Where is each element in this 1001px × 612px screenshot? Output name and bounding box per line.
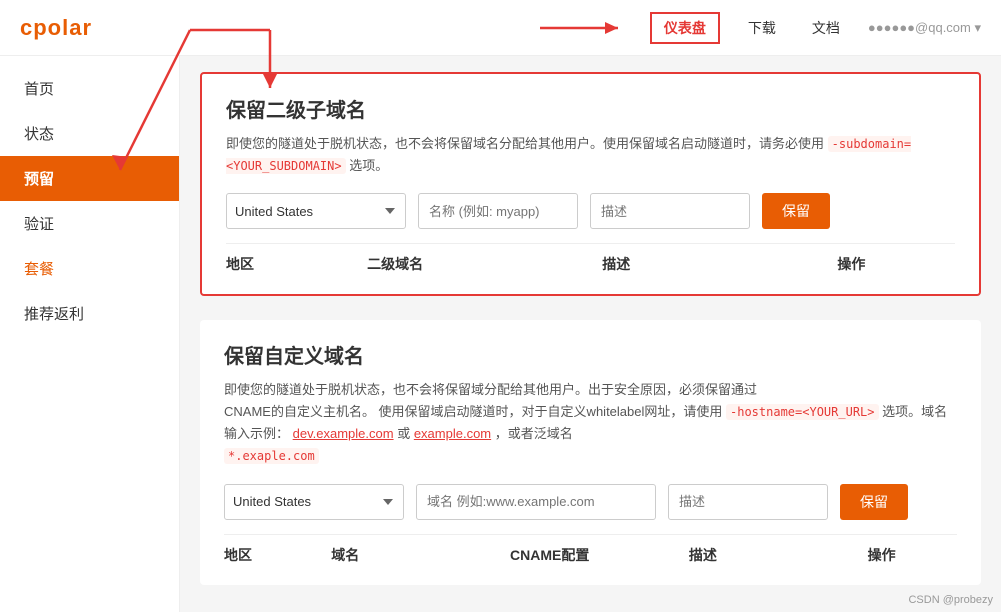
col-desc: 描述: [602, 254, 837, 274]
customdomain-desc1: 即使您的隧道处于脱机状态，也不会将保留域分配给其他用户。出于安全原因，必须保留通…: [224, 382, 757, 397]
subdomain-table-header: 地区 二级域名 描述 操作: [226, 243, 955, 274]
subdomain-title: 保留二级子域名: [226, 94, 955, 123]
sidebar-item-plan[interactable]: 套餐: [0, 246, 179, 291]
main-content: 保留二级子域名 即使您的隧道处于脱机状态，也不会将保留域名分配给其他用户。使用保…: [180, 56, 1001, 612]
layout: 首页 状态 预留 验证 套餐 推荐返利 保留二级子域名 即使您的隧道处于脱机状态…: [0, 56, 1001, 612]
col-action: 操作: [837, 254, 955, 274]
col-subdomain: 二级域名: [367, 254, 602, 274]
customdomain-desc: 即使您的隧道处于脱机状态，也不会将保留域分配给其他用户。出于安全原因，必须保留通…: [224, 379, 957, 467]
sidebar-item-status[interactable]: 状态: [0, 111, 179, 156]
customdomain-desc4: 或: [397, 426, 410, 441]
col-action-2: 操作: [868, 545, 957, 565]
subdomain-section: 保留二级子域名 即使您的隧道处于脱机状态，也不会将保留域名分配给其他用户。使用保…: [200, 72, 981, 296]
docs-button[interactable]: 文档: [804, 14, 848, 42]
subdomain-name-input[interactable]: [418, 193, 578, 229]
subdomain-desc-input[interactable]: [590, 193, 750, 229]
sidebar-item-home[interactable]: 首页: [0, 66, 179, 111]
customdomain-form-row: United States 保留: [224, 484, 957, 520]
customdomain-desc2: CNAME的自定义主机名。 使用保留域启动隧道时，对于自定义whitelabel…: [224, 404, 722, 419]
download-button[interactable]: 下载: [740, 14, 784, 42]
customdomain-region-select[interactable]: United States: [224, 484, 404, 520]
col-domain: 域名: [331, 545, 510, 565]
customdomain-table-header: 地区 域名 CNAME配置 描述 操作: [224, 534, 957, 565]
sidebar-item-verify[interactable]: 验证: [0, 201, 179, 246]
customdomain-code1: -hostname=<YOUR_URL>: [726, 404, 879, 420]
subdomain-form-row: United States 保留: [226, 193, 955, 229]
header: cpolar 仪表盘 下载 文档 ●●●●●●@qq.com ▾: [0, 0, 1001, 56]
col-desc-2: 描述: [689, 545, 868, 565]
sidebar: 首页 状态 预留 验证 套餐 推荐返利: [0, 56, 180, 612]
col-region-2: 地区: [224, 545, 331, 565]
subdomain-desc-text1: 即使您的隧道处于脱机状态，也不会将保留域名分配给其他用户。使用保留域名启动隧道时…: [226, 136, 824, 151]
watermark: CSDN @probezy: [908, 594, 993, 606]
col-cname: CNAME配置: [510, 545, 689, 565]
subdomain-region-select[interactable]: United States: [226, 193, 406, 229]
customdomain-link1: dev.example.com: [293, 426, 394, 441]
sidebar-item-referral[interactable]: 推荐返利: [0, 291, 179, 336]
customdomain-save-button[interactable]: 保留: [840, 484, 908, 520]
logo: cpolar: [20, 15, 92, 41]
header-nav: 仪表盘 下载 文档 ●●●●●●@qq.com ▾: [650, 12, 981, 44]
subdomain-save-button[interactable]: 保留: [762, 193, 830, 229]
customdomain-title: 保留自定义域名: [224, 340, 957, 369]
customdomain-section: 保留自定义域名 即使您的隧道处于脱机状态，也不会将保留域分配给其他用户。出于安全…: [200, 320, 981, 584]
sidebar-item-reserve[interactable]: 预留: [0, 156, 179, 201]
customdomain-desc5: ，或者泛域名: [495, 426, 573, 441]
user-menu[interactable]: ●●●●●●@qq.com ▾: [868, 20, 981, 36]
subdomain-desc-text2: 选项。: [349, 158, 388, 173]
customdomain-domain-input[interactable]: [416, 484, 656, 520]
customdomain-code2: *.exaple.com: [224, 448, 319, 464]
customdomain-desc-input[interactable]: [668, 484, 828, 520]
subdomain-desc: 即使您的隧道处于脱机状态，也不会将保留域名分配给其他用户。使用保留域名启动隧道时…: [226, 133, 955, 177]
col-region: 地区: [226, 254, 367, 274]
dashboard-button[interactable]: 仪表盘: [650, 12, 720, 44]
customdomain-link2: example.com: [414, 426, 491, 441]
